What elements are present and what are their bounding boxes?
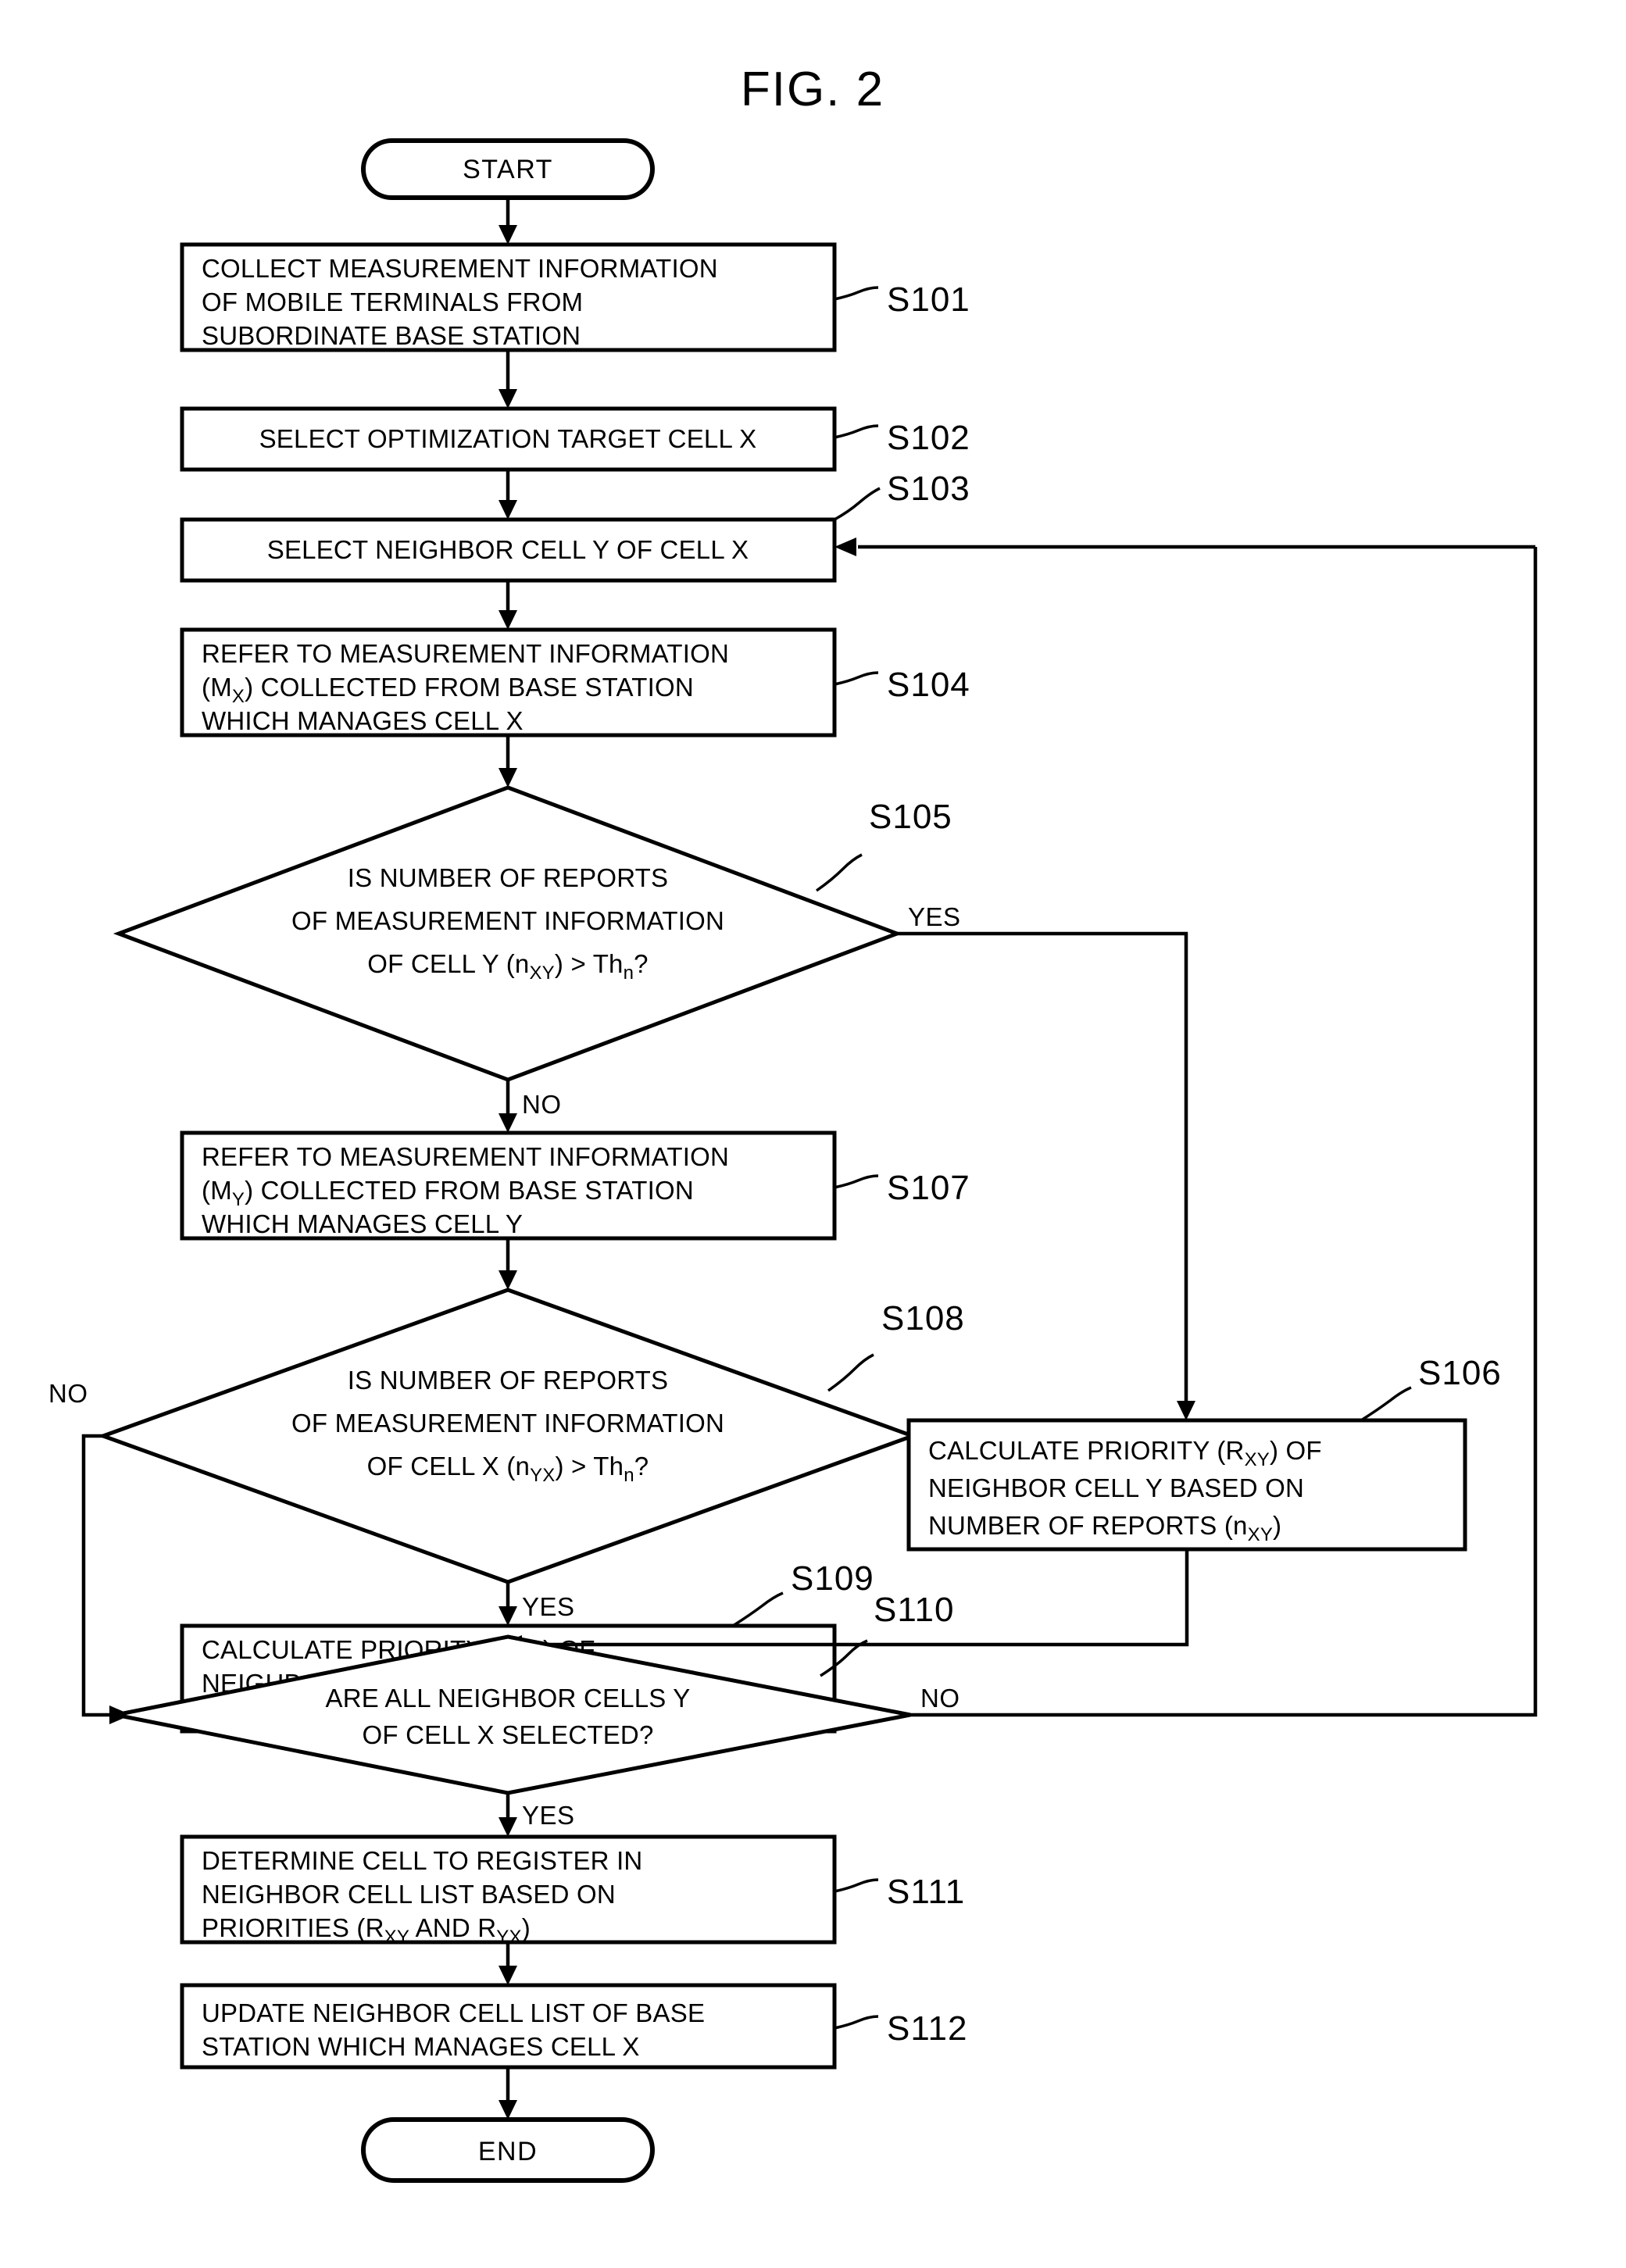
terminator-end-label: END [478, 2137, 538, 2166]
step-label-s102: S102 [887, 419, 970, 457]
arrowhead-start-to-s101 [499, 225, 517, 245]
process-s103-line-1: SELECT NEIGHBOR CELL Y OF CELL X [267, 535, 749, 564]
leader-line-s101 [834, 286, 879, 301]
branch-label-s105-yes: YES [908, 902, 961, 931]
process-s101-line-2: OF MOBILE TERMINALS FROM [202, 288, 583, 316]
process-s112-line-2: STATION WHICH MANAGES CELL X [202, 2032, 640, 2061]
figure-container: FIG. 2 START COLLECT MEASUREMENT INFORMA… [0, 0, 1626, 2268]
step-label-s104: S104 [887, 666, 970, 704]
leader-line-s107 [834, 1174, 879, 1189]
flowchart-diagram: FIG. 2 START COLLECT MEASUREMENT INFORMA… [48, 63, 1538, 2183]
decision-s108-line-2: OF MEASUREMENT INFORMATION [291, 1409, 724, 1438]
leader-line-s108 [827, 1353, 874, 1392]
step-label-s103: S103 [887, 470, 970, 508]
decision-s105-line-2: OF MEASUREMENT INFORMATION [291, 906, 724, 935]
process-s104-line-3: WHICH MANAGES CELL X [202, 706, 524, 735]
arrowhead-s110-yes-to-s111 [499, 1817, 517, 1837]
process-s107-line-1: REFER TO MEASUREMENT INFORMATION [202, 1142, 729, 1171]
process-s107-line-3: WHICH MANAGES CELL Y [202, 1209, 523, 1238]
step-label-s101: S101 [887, 280, 970, 319]
leader-line-s111 [834, 1878, 879, 1893]
process-s101-line-3: SUBORDINATE BASE STATION [202, 321, 581, 350]
decision-s105-line-1: IS NUMBER OF REPORTS [348, 863, 668, 892]
leader-line-s102 [834, 424, 879, 439]
branch-label-s110-no: NO [920, 1684, 960, 1713]
arrowhead-loop-to-s103 [834, 538, 856, 556]
leader-line-s112 [834, 2015, 879, 2030]
arrowhead-s108-yes-to-s109 [499, 1606, 517, 1626]
step-label-s107: S107 [887, 1169, 970, 1207]
leader-line-s109 [732, 1591, 784, 1627]
arrowhead-s103-to-s104 [499, 610, 517, 630]
leader-line-s105 [815, 853, 863, 892]
arrowhead-s102-to-s103 [499, 500, 517, 520]
process-s111-line-2: NEIGHBOR CELL LIST BASED ON [202, 1880, 616, 1909]
arrowhead-s111-to-s112 [499, 1966, 517, 1985]
arrowhead-s107-to-s108 [499, 1270, 517, 1290]
leader-line-s106 [1360, 1386, 1412, 1422]
decision-s110-line-1: ARE ALL NEIGHBOR CELLS Y [326, 1684, 691, 1713]
step-label-s111: S111 [887, 1873, 965, 1911]
process-s102-line-1: SELECT OPTIMIZATION TARGET CELL X [259, 424, 757, 453]
leader-line-s104 [834, 671, 879, 686]
branch-label-s105-no: NO [522, 1090, 562, 1119]
branch-label-s108-yes: YES [522, 1592, 575, 1621]
process-s101-line-1: COLLECT MEASUREMENT INFORMATION [202, 254, 718, 283]
process-s106-line-2: NEIGHBOR CELL Y BASED ON [928, 1473, 1304, 1502]
connector-s108-no-to-s110 [81, 1434, 116, 1717]
step-label-s112: S112 [887, 2009, 968, 2048]
step-label-s109: S109 [791, 1559, 874, 1598]
step-label-s105: S105 [869, 798, 952, 836]
step-label-s110: S110 [874, 1591, 955, 1629]
process-s112-line-1: UPDATE NEIGHBOR CELL LIST OF BASE [202, 1998, 705, 2027]
arrowhead-s104-to-s105 [499, 768, 517, 788]
arrowhead-s112-to-end [499, 2100, 517, 2120]
decision-s110-line-2: OF CELL X SELECTED? [362, 1720, 653, 1749]
arrowhead-s105-yes-to-s106 [1177, 1401, 1195, 1420]
process-s111-line-1: DETERMINE CELL TO REGISTER IN [202, 1846, 642, 1875]
terminator-start-label: START [463, 155, 553, 184]
leader-line-s103 [834, 487, 881, 521]
arrowhead-s101-to-s102 [499, 389, 517, 409]
figure-title: FIG. 2 [741, 63, 884, 116]
decision-s108-line-1: IS NUMBER OF REPORTS [348, 1366, 668, 1395]
step-label-s108: S108 [881, 1299, 965, 1338]
step-label-s106: S106 [1418, 1354, 1502, 1392]
process-s104-line-1: REFER TO MEASUREMENT INFORMATION [202, 639, 729, 668]
branch-label-s110-yes: YES [522, 1801, 575, 1830]
branch-label-s108-no: NO [48, 1379, 88, 1408]
arrowhead-s105-no-to-s107 [499, 1113, 517, 1133]
